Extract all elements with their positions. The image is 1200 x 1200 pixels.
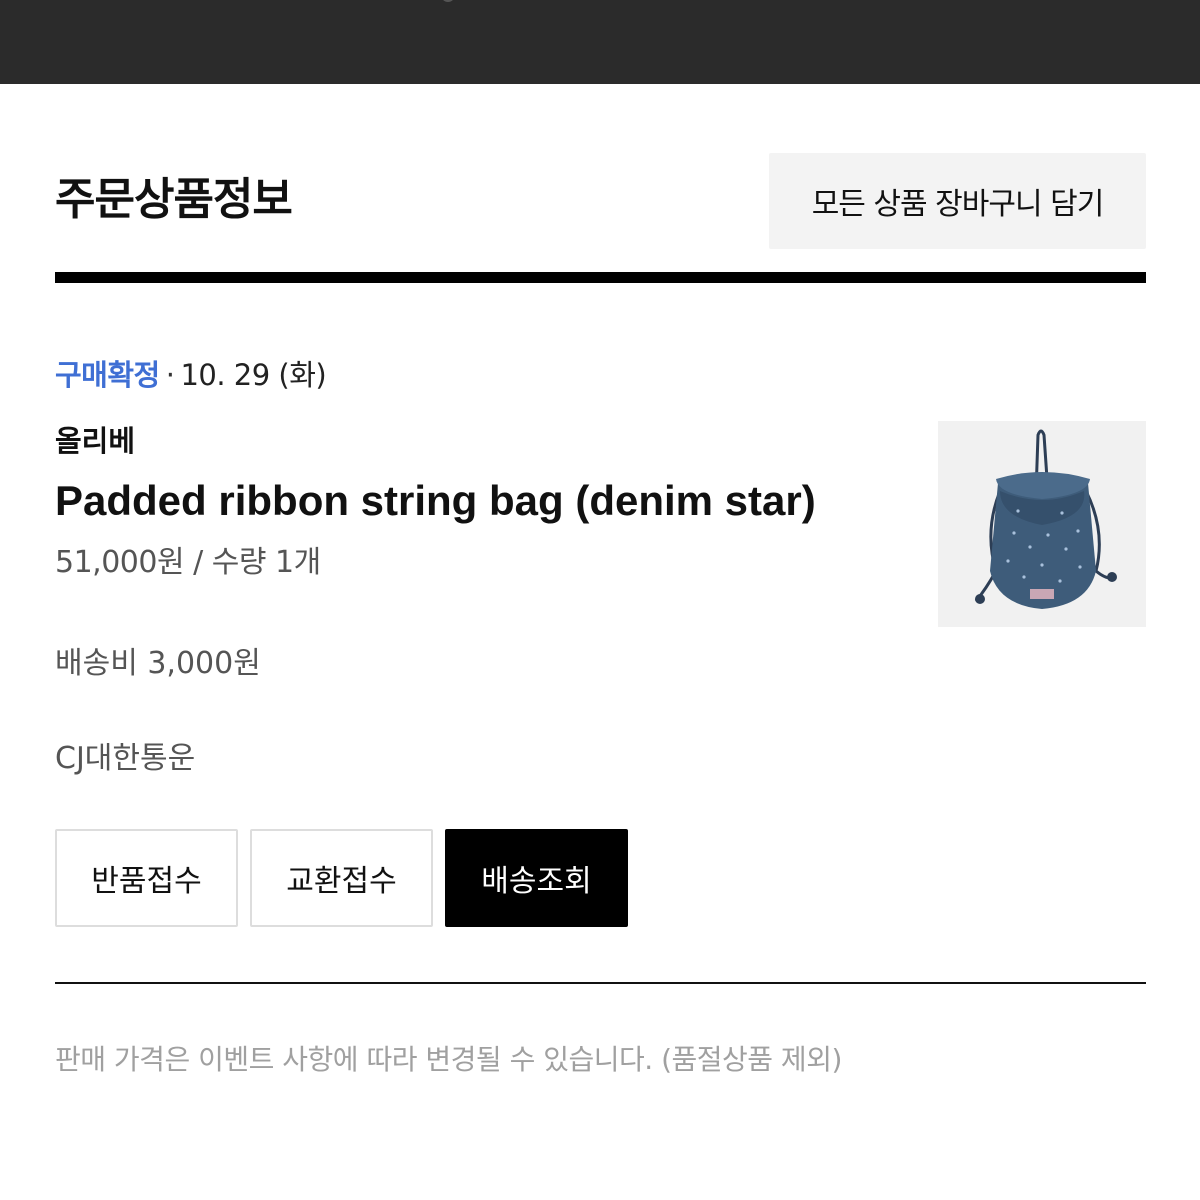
delivery-carrier: CJ대한통운	[55, 741, 196, 776]
separator-dot: ·	[165, 358, 175, 392]
add-all-to-cart-button[interactable]: 모든 상품 장바구니 담기	[769, 153, 1146, 249]
brand-name[interactable]: 올리베	[55, 420, 135, 462]
shipping-fee: 배송비 3,000원	[55, 646, 261, 681]
product-thumbnail[interactable]	[938, 421, 1146, 627]
product-name[interactable]: Padded ribbon string bag (denim star)	[55, 474, 816, 528]
section-divider	[55, 272, 1146, 283]
camera-notch	[441, 0, 455, 2]
denim-bag-image	[938, 421, 1146, 627]
bottom-divider	[55, 982, 1146, 984]
price-notice: 판매 가격은 이벤트 사항에 따라 변경될 수 있습니다. (품절상품 제외)	[55, 1043, 842, 1076]
exchange-request-button[interactable]: 교환접수	[250, 829, 433, 927]
order-date: 10. 29 (화)	[180, 358, 327, 392]
return-request-button[interactable]: 반품접수	[55, 829, 238, 927]
track-delivery-button[interactable]: 배송조회	[445, 829, 628, 927]
page-title: 주문상품정보	[55, 174, 293, 225]
top-bar	[0, 0, 1200, 84]
order-status: 구매확정	[55, 358, 160, 392]
price-quantity: 51,000원 / 수량 1개	[55, 545, 321, 580]
order-status-line: 구매확정 · 10. 29 (화)	[55, 354, 327, 396]
